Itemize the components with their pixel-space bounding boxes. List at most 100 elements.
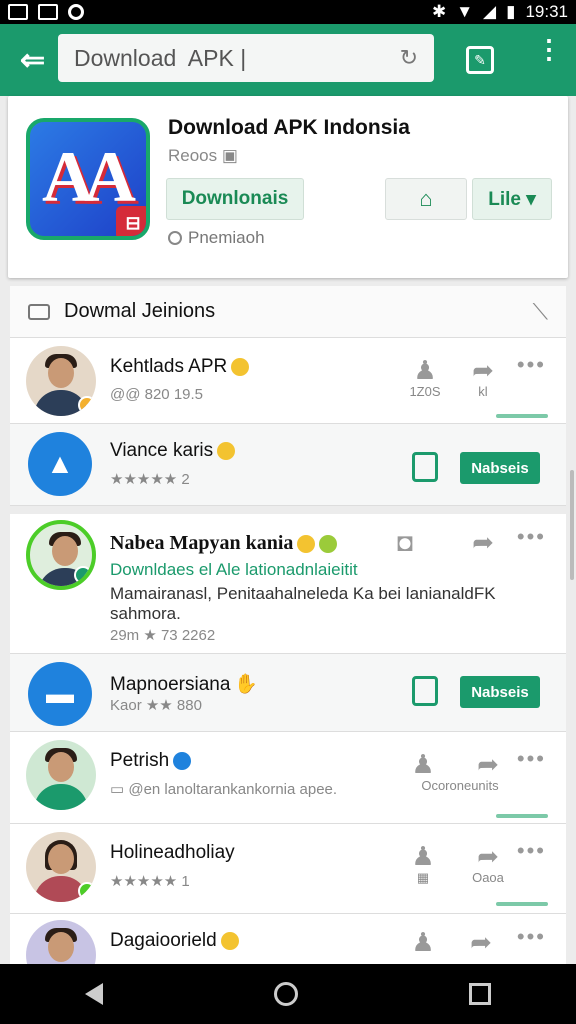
item-name: Viance karis [110, 440, 236, 462]
wifi-icon: ▼ [456, 2, 474, 21]
list-item[interactable]: Nabea Mapyan kania ◘ ➦ ••• Downldaes el … [10, 514, 566, 654]
progress-bar [496, 414, 548, 418]
item-name: Dagaioorield [110, 930, 239, 952]
lock-icon: ◘ [397, 527, 413, 557]
search-bar[interactable]: ↻ [58, 34, 434, 82]
app-title: Download APK Indonsia [168, 116, 410, 139]
like-dropdown[interactable]: Lile ▾ [472, 178, 552, 220]
share-action[interactable]: ➦ [466, 928, 496, 956]
thumb-icon: ♟ [411, 841, 435, 871]
more-vert-icon[interactable]: ⋮ [536, 36, 562, 62]
item-meta: @@ 820 19.5 [110, 386, 204, 403]
smile-emoji-icon [231, 357, 250, 376]
doc-icon: ▭ [110, 781, 129, 798]
avatar [26, 520, 96, 590]
search-input[interactable] [74, 44, 374, 72]
share-arrow-icon: ➦ [472, 355, 494, 385]
list-item[interactable]: ▬ Mapnoersiana ✋ Kaor ★★ 880 Nabseis [10, 654, 566, 732]
list-item[interactable]: Holineadholiay ★★★★★ 1 ♟ ▦ ➦ Oaoa ••• [10, 824, 566, 914]
share-arrow-icon: ➦ [470, 927, 492, 957]
sync-icon [68, 4, 84, 20]
item-name: Kehtlads APR [110, 356, 250, 378]
bus-icon[interactable] [412, 676, 438, 706]
emoji-icon [297, 535, 316, 554]
more-icon[interactable]: ••• [517, 524, 546, 550]
list-item[interactable]: Petrish ▭ @en lanoltarankankornia apee. … [10, 732, 566, 824]
like-action[interactable]: ♟ [408, 928, 438, 956]
more-icon[interactable]: ••• [517, 924, 546, 950]
bus-icon[interactable] [412, 452, 438, 482]
share-arrow-icon: ➦ [477, 841, 499, 871]
nav-recents-icon[interactable] [468, 983, 491, 1005]
item-rating: ★★★★★ 1 [110, 873, 190, 890]
item-meta: 29m ★ 73 2262 [110, 627, 216, 644]
app-subtitle: Reoos ▣ [168, 146, 238, 165]
item-rating: Kaor ★★ 880 [110, 697, 202, 714]
mail-icon [38, 4, 58, 20]
nav-home-icon[interactable] [273, 982, 298, 1006]
edit-icon[interactable]: ✎ [466, 46, 494, 74]
hand-emoji-icon: ✋ [234, 674, 259, 695]
download-button[interactable]: Downlonais [166, 178, 304, 220]
list-item[interactable]: ▲ Viance karis ★★★★★ 2 Nabseis [10, 424, 566, 506]
nav-back-icon[interactable] [85, 983, 104, 1005]
home-share-icon: ⌂ [419, 186, 433, 211]
collapse-icon[interactable]: ⟍ [533, 299, 548, 325]
lock-action[interactable]: ◘ [394, 528, 416, 556]
divider [10, 506, 566, 514]
status-bar: ✱ ▼ ◢ ▮ 19:31 [0, 0, 576, 24]
reload-icon[interactable]: ↻ [400, 45, 418, 71]
avatar [26, 920, 96, 964]
emoji-icon [319, 535, 338, 554]
item-name: Holineadholiay [110, 842, 235, 863]
battery-icon: ▮ [506, 2, 516, 21]
verified-icon [173, 751, 192, 770]
app-logo: AA ⊟ [26, 118, 150, 240]
avatar [26, 346, 96, 416]
scrollbar[interactable] [570, 470, 574, 580]
app-bar: ⇐ ↻ ✎ ⋮ [0, 24, 576, 96]
progress-bar [496, 814, 548, 818]
app-badge-icon: ⊟ [116, 206, 146, 236]
more-icon[interactable]: ••• [517, 838, 546, 864]
item-description: Mamairanasl, Penitaahalneleda Ka bei lan… [110, 584, 496, 623]
item-headline: Downldaes el Ale lationadnlaieitit [110, 560, 358, 579]
signal-icon: ◢ [483, 2, 497, 21]
radio-icon [168, 231, 182, 245]
gallery-icon [8, 4, 28, 20]
avatar [26, 832, 96, 902]
section-title: Dowmal Jeinions [64, 300, 216, 322]
camera-icon: ▣ [221, 146, 238, 165]
action-button[interactable]: Nabseis [460, 676, 540, 708]
item-name: Mapnoersiana ✋ [110, 674, 259, 695]
system-nav-bar [0, 964, 576, 1024]
share-button[interactable]: ⌂ [385, 178, 467, 220]
list-item[interactable]: Dagaioorield ♟ ➦ ••• [10, 914, 566, 964]
like-action[interactable]: ♟ ▦ [408, 842, 438, 886]
app-logo-icon: ▬ [28, 662, 92, 726]
item-rating: ★★★★★ 2 [110, 471, 190, 488]
item-meta: ▭ @en lanoltarankankornia apee. [110, 781, 338, 798]
download-list: Dowmal Jeinions ⟍ Kehtlads APR @@ 820 19… [10, 286, 566, 964]
like-action[interactable]: ♟ 1Z0S [408, 356, 442, 399]
more-icon[interactable]: ••• [517, 746, 546, 772]
share-action[interactable]: ➦ kl [466, 356, 500, 399]
item-name: Nabea Mapyan kania [110, 532, 338, 555]
app-logo-icon: ▲ [28, 432, 92, 496]
share-action[interactable]: ➦ Ocoroneunits [410, 750, 510, 793]
share-action[interactable]: ➦ [468, 528, 498, 556]
grin-emoji-icon [217, 441, 236, 460]
more-icon[interactable]: ••• [517, 352, 546, 378]
status-time: 19:31 [525, 2, 568, 21]
thumb-icon: ♟ [413, 355, 437, 385]
smile-emoji-icon [220, 931, 239, 950]
action-button[interactable]: Nabseis [460, 452, 540, 484]
avatar [26, 740, 96, 810]
app-note: Pnemiaoh [168, 228, 265, 248]
list-item[interactable]: Kehtlads APR @@ 820 19.5 ♟ 1Z0S ➦ kl ••• [10, 338, 566, 424]
back-arrow-icon[interactable]: ⇐ [20, 43, 60, 78]
item-name: Petrish [110, 750, 192, 772]
share-arrow-icon: ➦ [472, 527, 494, 557]
share-action[interactable]: ➦ Oaoa [466, 842, 510, 885]
grid-icon: ▦ [416, 870, 430, 885]
